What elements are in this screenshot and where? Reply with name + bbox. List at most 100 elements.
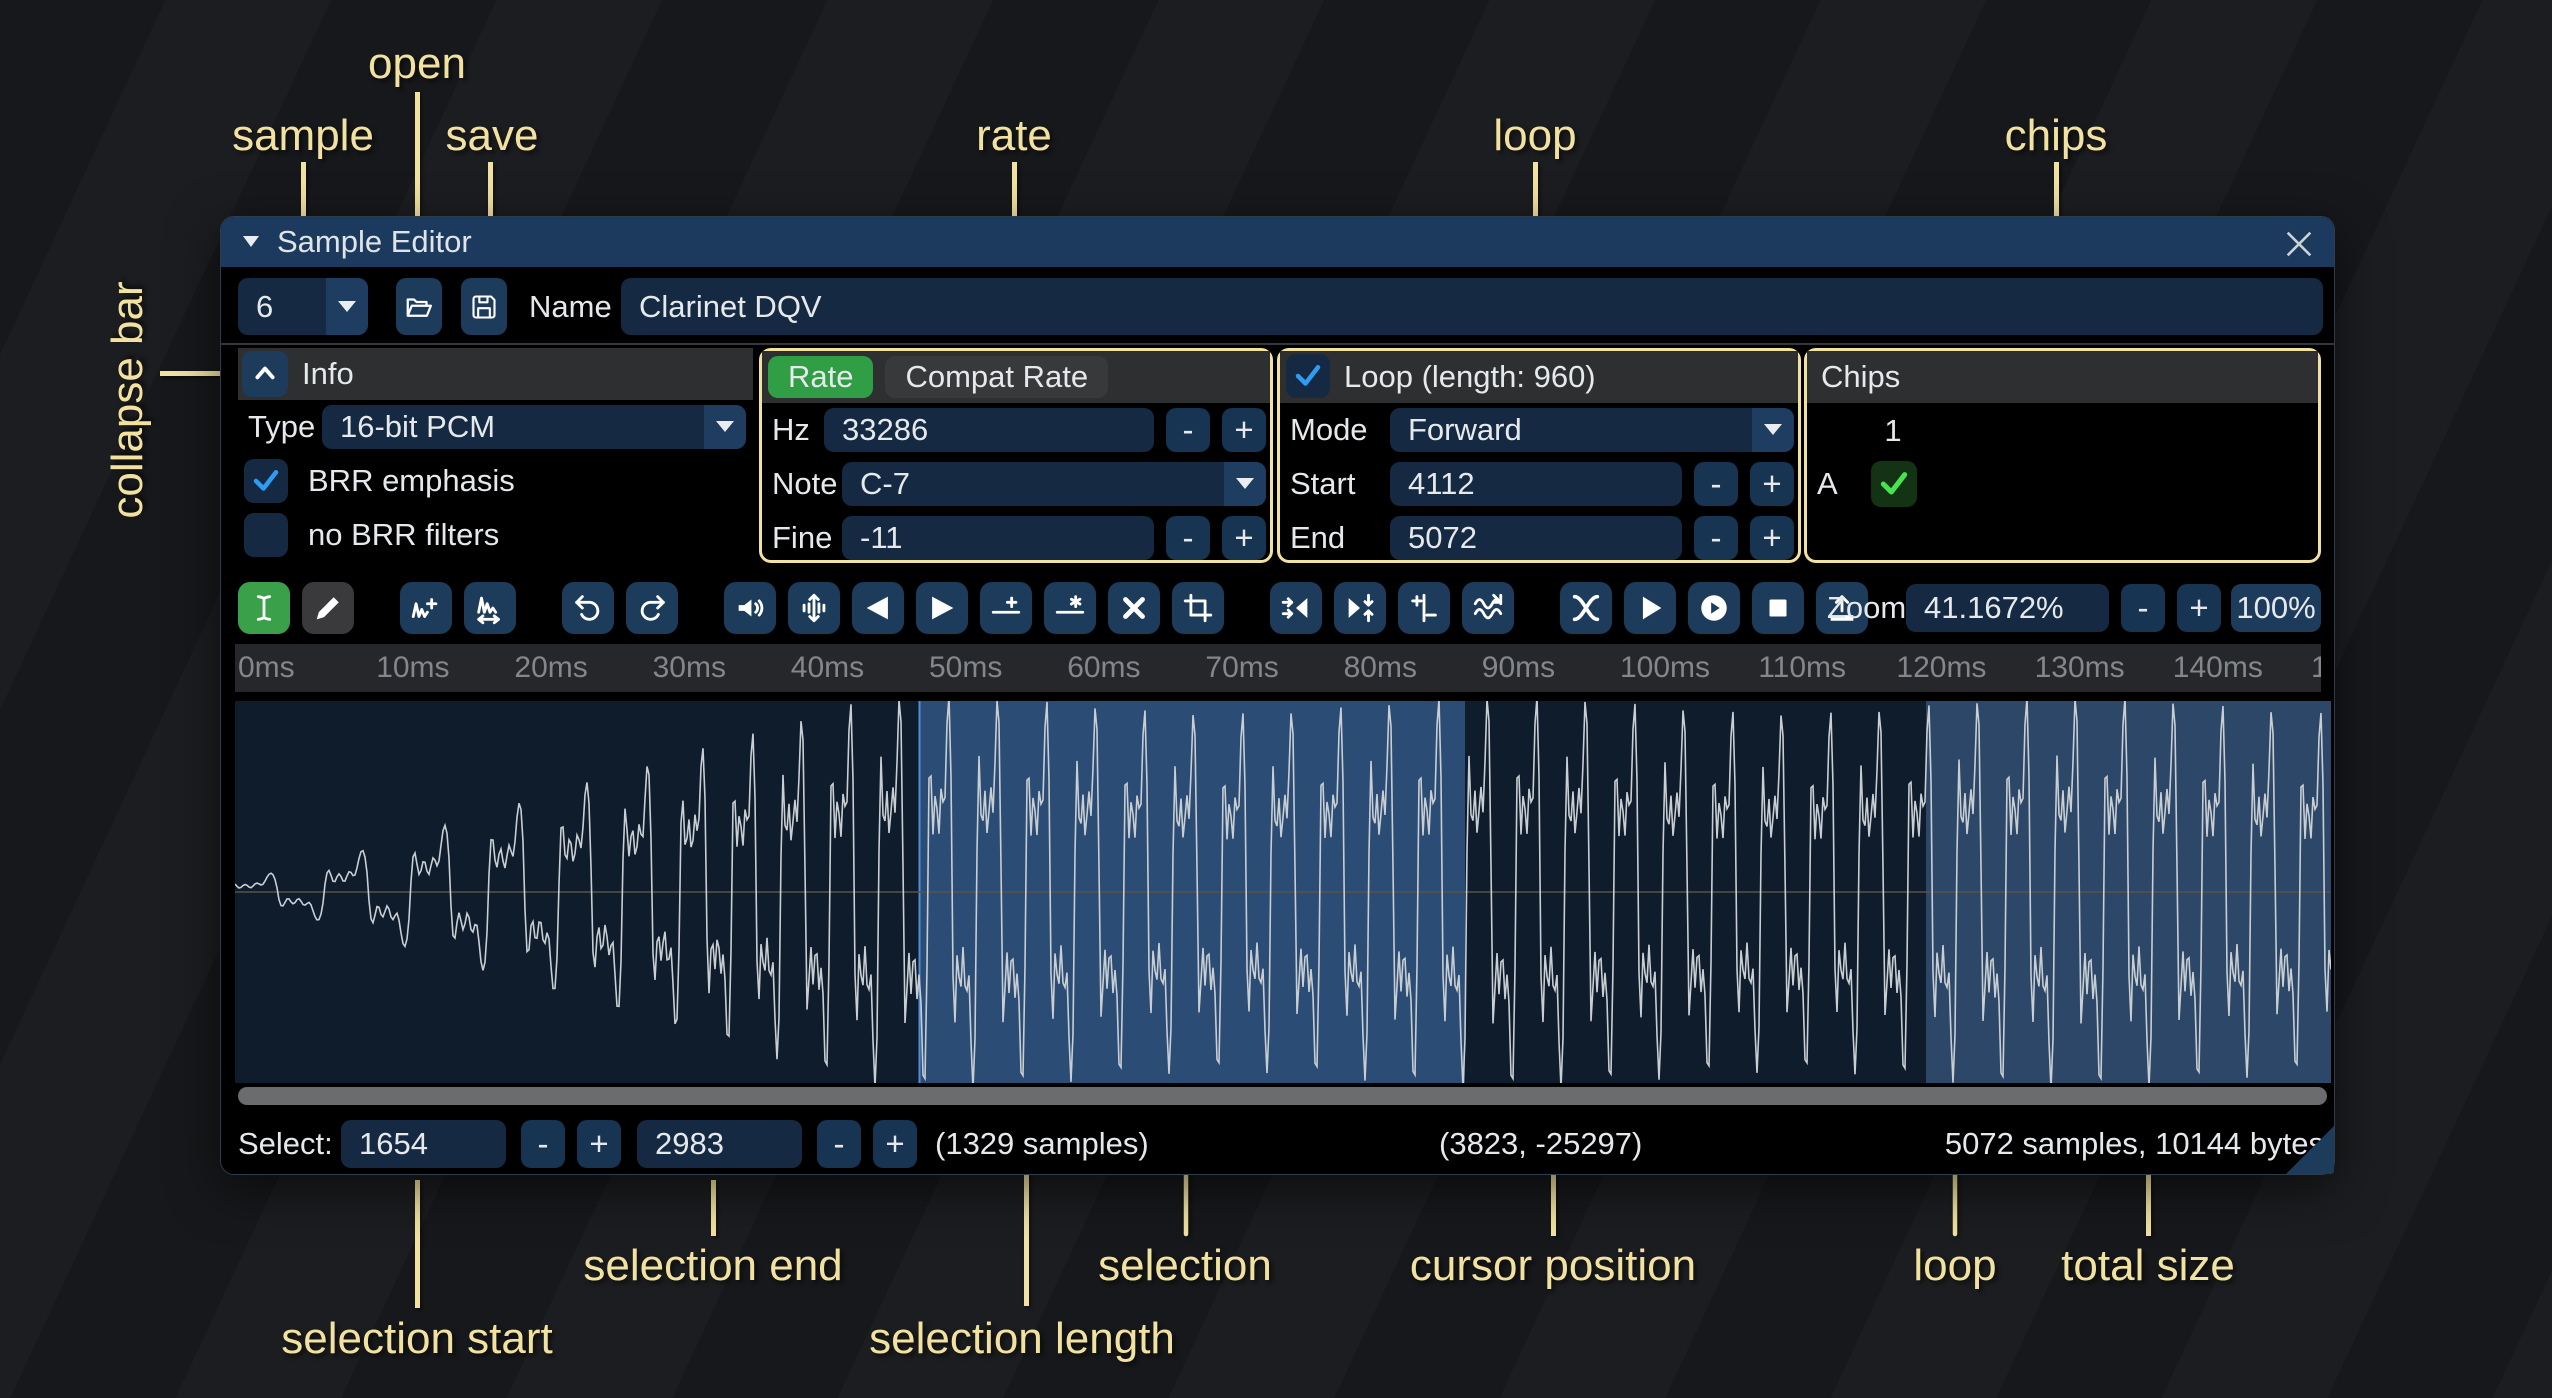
fade-out-button[interactable] — [916, 582, 968, 634]
crossfade-button[interactable] — [1560, 582, 1612, 634]
redo-button[interactable] — [626, 582, 678, 634]
invert-button[interactable] — [1334, 582, 1386, 634]
save-icon — [470, 293, 498, 321]
fine-plus-button[interactable]: + — [1222, 516, 1266, 560]
collapse-window-icon[interactable] — [243, 236, 259, 248]
loop-end-minus-button[interactable]: - — [1694, 516, 1738, 560]
zoom-in-button[interactable]: + — [2177, 584, 2221, 632]
timeline-tick-label: 30ms — [653, 651, 726, 685]
sign-button[interactable] — [1398, 582, 1450, 634]
filter-button[interactable] — [1462, 582, 1514, 634]
window-title: Sample Editor — [277, 224, 472, 260]
waveform-view[interactable] — [235, 701, 2331, 1083]
loop-start-plus-button[interactable]: + — [1750, 462, 1794, 506]
apply-silence-button[interactable] — [1044, 582, 1096, 634]
fine-input[interactable]: -11 — [842, 516, 1154, 560]
loop-start-minus-button[interactable]: - — [1694, 462, 1738, 506]
loop-mode-value: Forward — [1390, 408, 1752, 452]
chevron-down-icon[interactable] — [326, 278, 368, 335]
reverse-button[interactable] — [1270, 582, 1322, 634]
ibeam-select-button[interactable] — [238, 582, 290, 634]
fade-in-button[interactable] — [852, 582, 904, 634]
selection-start-plus-button[interactable]: + — [577, 1120, 621, 1168]
hz-value: 33286 — [842, 412, 928, 448]
chip-enable-checkbox[interactable] — [1871, 461, 1917, 507]
timeline-tick-label: 90ms — [1482, 651, 1555, 685]
chips-panel: Chips 1 A — [1804, 348, 2321, 563]
compat-rate-tab[interactable]: Compat Rate — [885, 356, 1108, 398]
amplify-button[interactable] — [724, 582, 776, 634]
selection-start-minus-button[interactable]: - — [521, 1120, 565, 1168]
open-sample-button[interactable] — [396, 278, 442, 335]
selection-end-minus-button[interactable]: - — [817, 1120, 861, 1168]
selection-start-input[interactable]: 1654 — [341, 1120, 506, 1168]
total-size-text: 5072 samples, 10144 bytes — [1945, 1120, 2324, 1168]
name-input[interactable]: Clarinet DQV — [621, 278, 2323, 335]
callout-line-selection-end — [711, 1180, 716, 1236]
undo-button[interactable] — [562, 582, 614, 634]
normalize-button[interactable] — [788, 582, 840, 634]
annotation-selection-end: selection end — [583, 1242, 842, 1290]
loop-end-plus-button[interactable]: + — [1750, 516, 1794, 560]
timeline-tick-label: 100ms — [1620, 651, 1710, 685]
note-dropdown[interactable]: C-7 — [842, 462, 1266, 506]
fine-minus-button[interactable]: - — [1166, 516, 1210, 560]
hz-plus-button[interactable]: + — [1222, 408, 1266, 452]
timeline-tick-label: 60ms — [1067, 651, 1140, 685]
close-icon[interactable] — [2282, 227, 2316, 261]
no-brr-filters-checkbox[interactable] — [244, 513, 288, 557]
loop-start-input[interactable]: 4112 — [1390, 462, 1682, 506]
selection-start-value: 1654 — [359, 1126, 428, 1162]
play-cursor-button[interactable] — [1688, 582, 1740, 634]
rate-panel: Rate Compat Rate Hz 33286 - + Note C-7 F… — [759, 348, 1273, 563]
loop-end-label: End — [1290, 516, 1345, 560]
insert-silence-button[interactable] — [980, 582, 1032, 634]
sample-selector[interactable]: 6 — [238, 278, 368, 335]
draw-button[interactable] — [302, 582, 354, 634]
rate-tab[interactable]: Rate — [768, 356, 873, 398]
annotation-save: save — [446, 112, 539, 160]
timeline-tick-label: 10ms — [376, 651, 449, 685]
zoom-out-button[interactable]: - — [2121, 584, 2165, 632]
loop-end-input[interactable]: 5072 — [1390, 516, 1682, 560]
selection-end-input[interactable]: 2983 — [637, 1120, 802, 1168]
loop-header: Loop (length: 960) — [1280, 351, 1798, 403]
resize-button[interactable] — [400, 582, 452, 634]
chevron-up-icon — [252, 361, 278, 387]
annotation-chips: chips — [2005, 112, 2108, 160]
annotation-cursor-position: cursor position — [1410, 1242, 1696, 1290]
loop-mode-dropdown[interactable]: Forward — [1390, 408, 1794, 452]
hz-minus-button[interactable]: - — [1166, 408, 1210, 452]
timeline-tick-label: 80ms — [1344, 651, 1417, 685]
waveform-scrollbar[interactable] — [238, 1087, 2327, 1105]
timeline-tick-label: 40ms — [791, 651, 864, 685]
callout-line-selection-start — [415, 1180, 420, 1308]
resize-grip[interactable] — [2282, 1122, 2334, 1174]
loop-enable-checkbox[interactable] — [1286, 354, 1330, 398]
zoom-input[interactable]: 41.1672% — [1906, 584, 2109, 632]
titlebar[interactable]: Sample Editor — [221, 217, 2334, 267]
annotation-selection-length: selection length — [869, 1315, 1175, 1363]
folder-open-icon — [404, 292, 434, 322]
sample-selector-value: 6 — [238, 278, 326, 335]
trim-button[interactable] — [1172, 582, 1224, 634]
chevron-down-icon — [1224, 462, 1266, 506]
compat-rate-tab-label: Compat Rate — [905, 359, 1088, 395]
timeline-tick-label: 130ms — [2035, 651, 2125, 685]
delete-button[interactable] — [1108, 582, 1160, 634]
brr-emphasis-checkbox[interactable] — [244, 459, 288, 503]
save-sample-button[interactable] — [461, 278, 507, 335]
annotation-collapse-bar: collapse bar — [104, 281, 152, 518]
name-value: Clarinet DQV — [639, 289, 822, 325]
play-button[interactable] — [1624, 582, 1676, 634]
hz-input[interactable]: 33286 — [824, 408, 1154, 452]
rate-tab-label: Rate — [788, 359, 853, 395]
collapse-bar-button[interactable] — [242, 351, 288, 397]
loop-header-label: Loop (length: 960) — [1344, 359, 1596, 395]
resample-button[interactable] — [464, 582, 516, 634]
selection-end-plus-button[interactable]: + — [873, 1120, 917, 1168]
zoom-reset-button[interactable]: 100% — [2231, 584, 2321, 632]
selection-end-value: 2983 — [655, 1126, 724, 1162]
type-dropdown[interactable]: 16-bit PCM — [322, 405, 746, 449]
stop-button[interactable] — [1752, 582, 1804, 634]
